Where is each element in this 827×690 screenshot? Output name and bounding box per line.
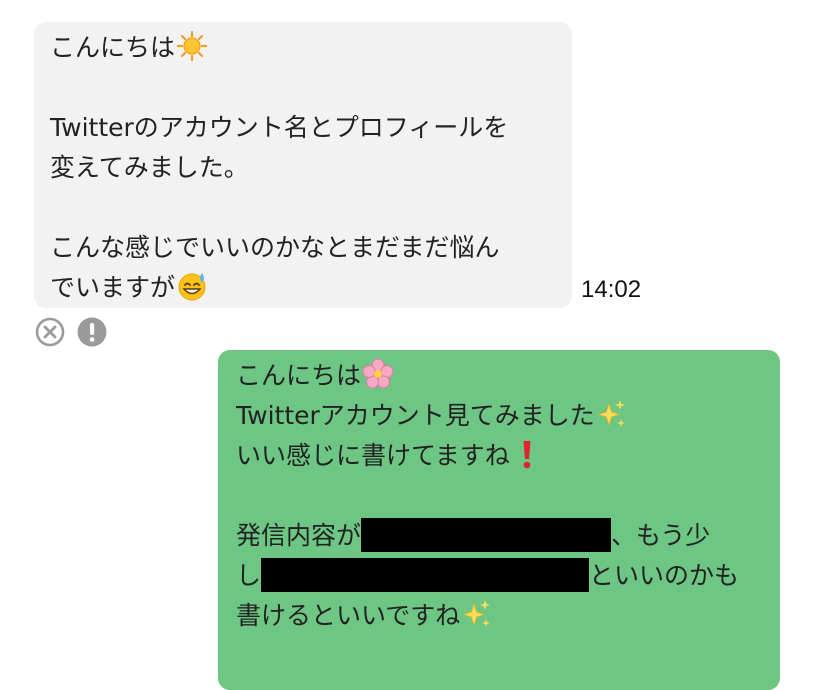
message-line: でいますが [50,268,556,308]
cherry-blossom-icon [362,358,394,389]
message-line: 発信内容が 、もう少 [236,516,762,556]
message-line: Twitterのアカウント名とプロフィールを [50,113,509,142]
message-line: しといいのかも [236,556,762,596]
message-line: こんにちは [236,356,762,396]
message-status-actions [34,316,108,348]
sparkles-icon [597,400,625,427]
message-line: Twitterアカウント見てみました [236,396,762,436]
message-line: こんな感じでいいのかなとまだまだ悩ん [50,233,500,262]
sparkles-icon [463,600,491,627]
sent-message-bubble: こんにちは Twitterアカウント見てみました いい感じに書けてますね 発信内… [218,350,780,690]
message-timestamp: 14:02 [581,276,642,303]
message-line: こんにちは [50,28,556,68]
red-exclamation-icon [523,441,531,469]
redaction-block [361,518,612,552]
message-line: いい感じに書けてますね [236,436,762,476]
sun-icon [176,30,208,62]
received-message-bubble: こんにちは Twitterのアカウント名とプロフィールを 変えてみました。 こん… [34,22,572,308]
message-line: 書けるといいですね [236,596,762,636]
message-line: 変えてみました。 [50,153,249,182]
redaction-block [261,558,590,592]
sweat-smile-icon [178,273,206,301]
circle-x-icon[interactable] [34,316,66,348]
exclamation-circle-icon[interactable] [76,316,108,348]
